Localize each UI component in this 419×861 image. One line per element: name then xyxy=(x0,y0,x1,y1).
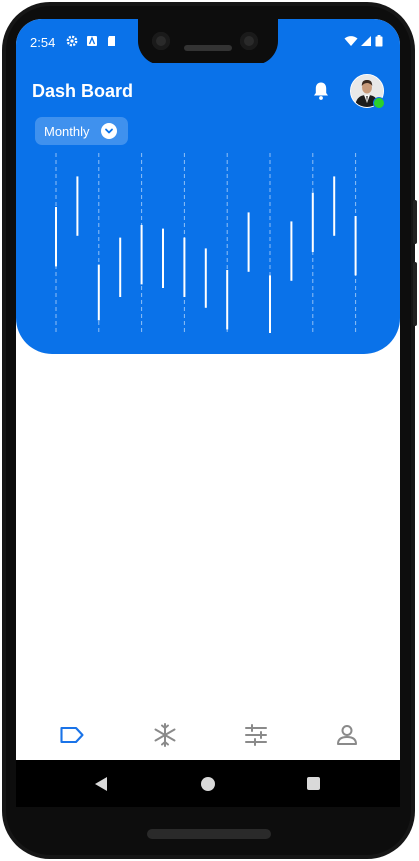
chevron-down-icon[interactable] xyxy=(101,123,117,139)
battery-icon xyxy=(375,35,383,47)
snowflake-icon[interactable] xyxy=(152,722,178,748)
period-filter-label: Monthly xyxy=(44,124,90,139)
app-screen: 2:54 Dash Board Monthly xyxy=(16,19,400,760)
camera-notch xyxy=(138,19,278,65)
wifi-icon xyxy=(344,35,358,47)
front-camera-left xyxy=(152,32,170,50)
back-icon[interactable] xyxy=(94,776,108,792)
range-chart xyxy=(55,153,357,333)
home-icon[interactable] xyxy=(201,777,215,791)
bottom-navigation xyxy=(16,714,400,760)
dashboard-header: Dash Board Monthly xyxy=(16,63,400,354)
system-navigation-bar xyxy=(16,760,400,807)
page-title: Dash Board xyxy=(32,81,134,101)
sliders-icon[interactable] xyxy=(243,722,269,748)
signal-icon xyxy=(360,35,372,47)
app-a-icon xyxy=(86,35,98,47)
period-filter-dropdown[interactable]: Monthly xyxy=(35,117,128,145)
volume-button xyxy=(413,200,417,244)
online-status-indicator xyxy=(373,97,385,109)
bell-icon[interactable] xyxy=(312,81,330,101)
front-camera-right xyxy=(240,32,258,50)
power-button xyxy=(413,262,417,326)
status-time: 2:54 xyxy=(30,35,56,50)
sd-card-icon xyxy=(106,35,118,47)
earpiece-speaker xyxy=(184,45,232,51)
gear-icon xyxy=(66,35,78,47)
bottom-speaker-grille xyxy=(147,829,271,839)
recents-icon[interactable] xyxy=(307,777,320,790)
tag-icon[interactable] xyxy=(59,722,85,748)
profile-icon[interactable] xyxy=(334,722,360,748)
status-bar: 2:54 xyxy=(16,19,400,65)
